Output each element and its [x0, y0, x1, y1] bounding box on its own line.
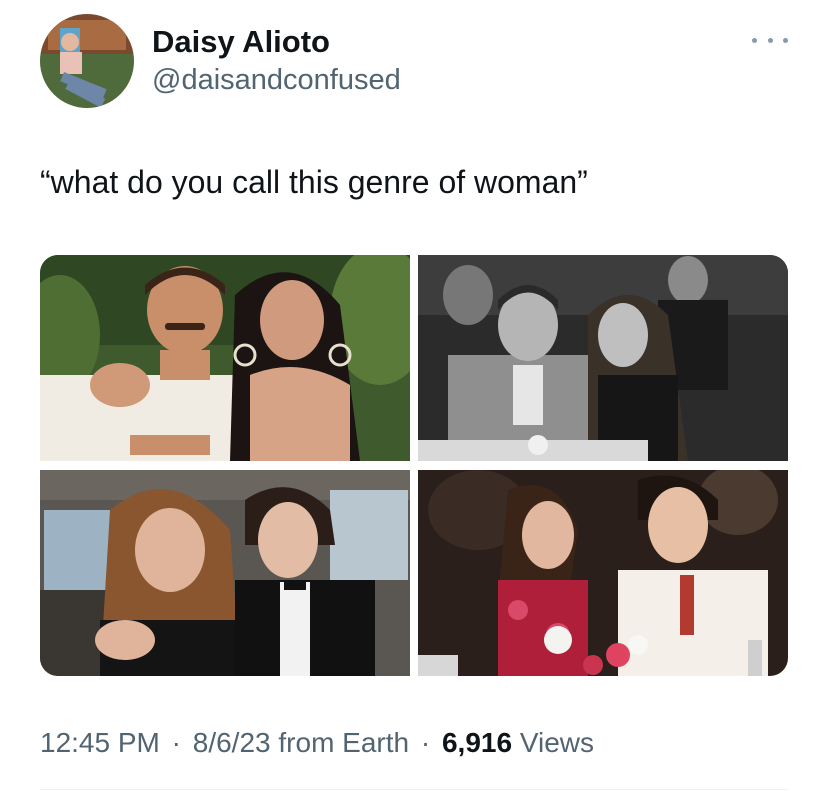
meta-separator: ·	[171, 727, 181, 758]
author-handle[interactable]: @daisandconfused	[152, 64, 401, 97]
tweet-meta: 12:45 PM · 8/6/23 from Earth · 6,916 Vie…	[40, 727, 594, 759]
photo-couple-2	[418, 255, 788, 461]
views-count[interactable]: 6,916	[442, 727, 512, 758]
user-avatar-photo	[40, 14, 134, 108]
avatar[interactable]	[40, 14, 134, 108]
views-label[interactable]: Views	[520, 727, 594, 758]
media-photo-3[interactable]	[40, 470, 410, 676]
meta-separator: ·	[420, 727, 431, 758]
tweet-time[interactable]: 12:45 PM	[40, 727, 160, 758]
tweet-source: from Earth	[278, 727, 410, 758]
tweet-date[interactable]: 8/6/23	[193, 727, 271, 758]
more-horizontal-icon[interactable]	[752, 30, 788, 50]
tweet-text: “what do you call this genre of woman”	[40, 164, 588, 200]
photo-couple-1	[40, 255, 410, 461]
photo-couple-3	[40, 470, 410, 676]
media-photo-2[interactable]	[418, 255, 788, 461]
media-grid	[40, 255, 788, 676]
media-photo-1[interactable]	[40, 255, 410, 461]
divider	[40, 789, 788, 790]
media-photo-4[interactable]	[418, 470, 788, 676]
photo-couple-4	[418, 470, 788, 676]
author-display-name[interactable]: Daisy Alioto	[152, 24, 330, 60]
